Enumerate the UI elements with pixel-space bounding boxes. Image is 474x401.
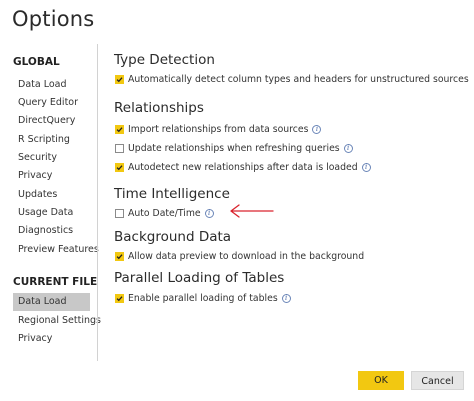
info-icon[interactable]: i <box>343 143 353 153</box>
nav-item-regional-settings[interactable]: Regional Settings <box>13 312 101 330</box>
option-background-preview[interactable]: Allow data preview to download in the ba… <box>115 249 364 263</box>
auto-detect-checkbox[interactable] <box>115 74 124 84</box>
checkmark-icon <box>116 295 123 301</box>
option-auto-date-time[interactable]: Auto Date/Time i <box>115 206 214 220</box>
auto-date-time-checkbox[interactable] <box>115 208 124 218</box>
nav-header-global: GLOBAL <box>13 56 60 68</box>
ok-button[interactable]: OK <box>358 371 404 390</box>
autodetect-relationships-checkbox[interactable] <box>115 162 124 172</box>
nav-header-current-file: CURRENT FILE <box>13 276 98 288</box>
nav-item-diagnostics[interactable]: Diagnostics <box>13 222 90 240</box>
nav-item-query-editor[interactable]: Query Editor <box>13 94 90 112</box>
info-icon[interactable]: i <box>281 293 291 303</box>
info-icon[interactable]: i <box>312 124 322 134</box>
update-relationships-checkbox[interactable] <box>115 143 124 153</box>
option-auto-detect-types[interactable]: Automatically detect column types and he… <box>115 72 469 86</box>
option-autodetect-relationships[interactable]: Autodetect new relationships after data … <box>115 160 371 174</box>
parallel-loading-label: Enable parallel loading of tables <box>128 292 278 304</box>
nav-divider <box>97 44 98 361</box>
section-title-parallel-loading: Parallel Loading of Tables <box>114 270 285 286</box>
dialog-title: Options <box>12 7 95 31</box>
autodetect-relationships-label: Autodetect new relationships after data … <box>128 161 358 173</box>
import-relationships-checkbox[interactable] <box>115 124 124 134</box>
checkmark-icon <box>116 253 123 259</box>
checkmark-icon <box>116 164 123 170</box>
nav-item-preview-features[interactable]: Preview Features <box>13 241 99 259</box>
option-parallel-loading[interactable]: Enable parallel loading of tables i <box>115 291 291 305</box>
nav-item-r-scripting[interactable]: R Scripting <box>13 131 90 149</box>
auto-date-time-label: Auto Date/Time <box>128 207 201 219</box>
checkmark-icon <box>116 126 123 132</box>
option-import-relationships[interactable]: Import relationships from data sources i <box>115 122 322 136</box>
nav-item-global-data-load[interactable]: Data Load <box>13 76 90 94</box>
info-icon[interactable]: i <box>361 162 371 172</box>
update-relationships-label: Update relationships when refreshing que… <box>128 142 340 154</box>
info-icon[interactable]: i <box>204 208 214 218</box>
nav-item-directquery[interactable]: DirectQuery <box>13 112 90 130</box>
nav-item-global-privacy[interactable]: Privacy <box>13 167 90 185</box>
nav-item-current-data-load[interactable]: Data Load <box>13 293 90 311</box>
section-title-relationships: Relationships <box>114 100 204 116</box>
option-update-relationships[interactable]: Update relationships when refreshing que… <box>115 141 353 155</box>
checkmark-icon <box>116 76 123 82</box>
auto-detect-label: Automatically detect column types and he… <box>128 73 469 85</box>
nav-item-security[interactable]: Security <box>13 149 90 167</box>
nav-item-current-privacy[interactable]: Privacy <box>13 330 90 348</box>
background-preview-label: Allow data preview to download in the ba… <box>128 250 365 262</box>
cancel-button[interactable]: Cancel <box>411 371 464 390</box>
import-relationships-label: Import relationships from data sources <box>128 123 309 135</box>
red-arrow-annotation <box>230 204 274 218</box>
nav-item-updates[interactable]: Updates <box>13 186 90 204</box>
nav-item-usage-data[interactable]: Usage Data <box>13 204 90 222</box>
section-title-background-data: Background Data <box>114 229 232 245</box>
background-preview-checkbox[interactable] <box>115 251 124 261</box>
section-title-time-intelligence: Time Intelligence <box>114 186 230 202</box>
parallel-loading-checkbox[interactable] <box>115 293 124 303</box>
section-title-type-detection: Type Detection <box>114 52 215 68</box>
